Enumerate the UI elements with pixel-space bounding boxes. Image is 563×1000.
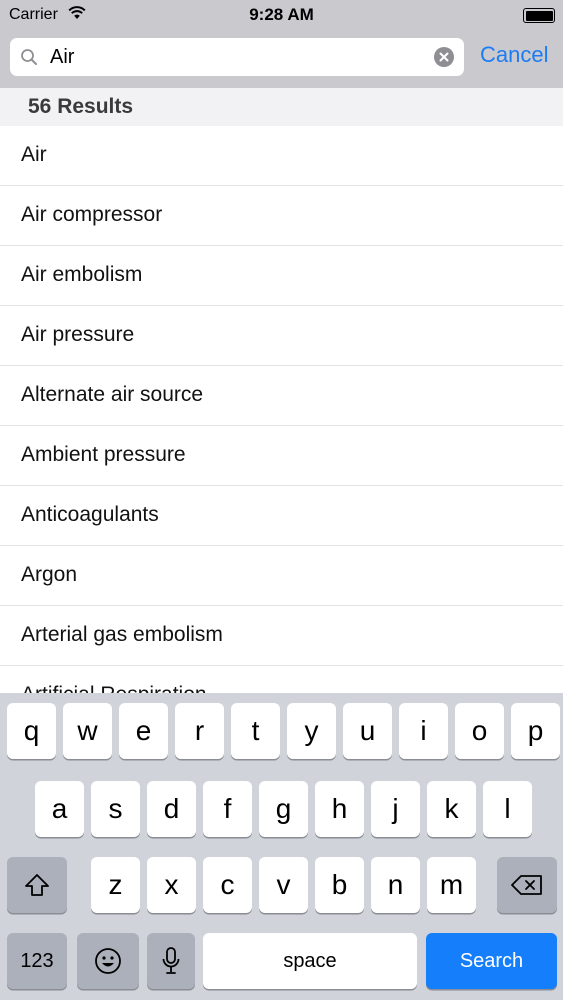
list-item[interactable]: Air embolism [0,246,563,306]
numbers-key[interactable]: 123 [7,933,67,989]
key-b[interactable]: b [315,857,364,913]
key-h[interactable]: h [315,781,364,837]
delete-icon [511,875,542,895]
delete-key[interactable] [497,857,557,913]
shift-key[interactable] [7,857,67,913]
search-icon [20,48,38,71]
list-item[interactable]: Alternate air source [0,366,563,426]
key-t[interactable]: t [231,703,280,759]
key-n[interactable]: n [371,857,420,913]
key-k[interactable]: k [427,781,476,837]
list-item[interactable]: Air compressor [0,186,563,246]
list-item-label: Argon [21,563,78,586]
key-i[interactable]: i [399,703,448,759]
emoji-icon [95,948,121,974]
shift-icon [25,874,49,896]
list-item[interactable]: Artificial Respiration [0,666,563,693]
list-item-label: Air [21,143,47,166]
microphone-key[interactable] [147,933,195,989]
key-o[interactable]: o [455,703,504,759]
list-item[interactable]: Anticoagulants [0,486,563,546]
search-bar: Cancel [0,30,563,88]
key-m[interactable]: m [427,857,476,913]
list-item[interactable]: Argon [0,546,563,606]
keyboard: q w e r t y u i o p a s d f g h j k l z … [0,693,563,1000]
key-p[interactable]: p [511,703,560,759]
battery-icon [523,8,555,23]
microphone-icon [162,947,180,974]
key-e[interactable]: e [119,703,168,759]
list-item-label: Air embolism [21,263,143,286]
key-v[interactable]: v [259,857,308,913]
key-q[interactable]: q [7,703,56,759]
key-c[interactable]: c [203,857,252,913]
list-item-label: Anticoagulants [21,503,159,526]
key-x[interactable]: x [147,857,196,913]
key-z[interactable]: z [91,857,140,913]
search-key[interactable]: Search [426,933,557,989]
clear-icon [439,52,449,62]
key-w[interactable]: w [63,703,112,759]
results-header: 56 Results [0,88,563,126]
key-u[interactable]: u [343,703,392,759]
key-l[interactable]: l [483,781,532,837]
list-item[interactable]: Arterial gas embolism [0,606,563,666]
search-input[interactable] [50,42,420,72]
list-item-label: Arterial gas embolism [21,623,223,646]
results-count: 56 Results [28,95,134,118]
key-g[interactable]: g [259,781,308,837]
list-item-label: Artificial Respiration [21,683,207,693]
list-item[interactable]: Air pressure [0,306,563,366]
search-field[interactable] [10,38,464,76]
list-item-label: Alternate air source [21,383,204,406]
key-a[interactable]: a [35,781,84,837]
key-f[interactable]: f [203,781,252,837]
emoji-key[interactable] [77,933,139,989]
list-item-label: Air compressor [21,203,163,226]
list-item-label: Air pressure [21,323,135,346]
clear-button[interactable] [434,47,454,67]
clock: 9:28 AM [249,5,314,24]
key-d[interactable]: d [147,781,196,837]
space-key[interactable]: space [203,933,417,989]
list-item-label: Ambient pressure [21,443,186,466]
status-bar: Carrier 9:28 AM [0,0,563,30]
key-s[interactable]: s [91,781,140,837]
list-item[interactable]: Ambient pressure [0,426,563,486]
key-j[interactable]: j [371,781,420,837]
cancel-button[interactable]: Cancel [480,42,548,68]
key-y[interactable]: y [287,703,336,759]
key-r[interactable]: r [175,703,224,759]
result-list[interactable]: Air Air compressor Air embolism Air pres… [0,126,563,693]
list-item[interactable]: Air [0,126,563,186]
